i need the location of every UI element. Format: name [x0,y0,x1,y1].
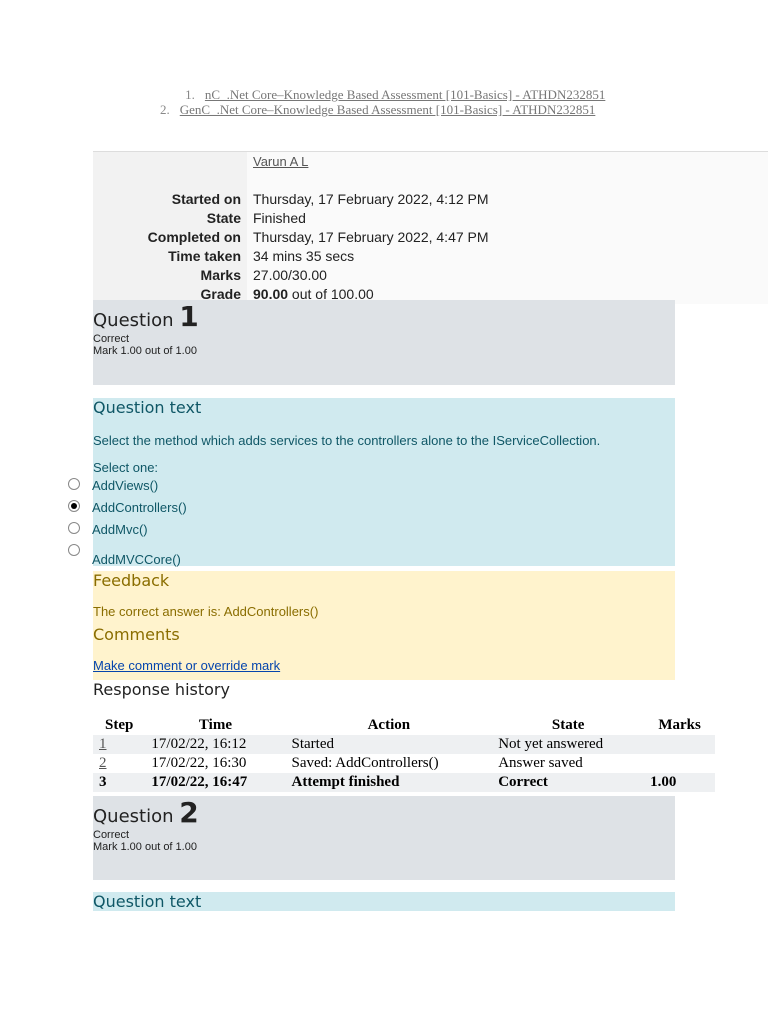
link-number: 2. [160,102,170,117]
option-addcontrollers[interactable]: AddControllers() [68,500,187,522]
question-status: Correct [93,333,130,345]
question-status: Correct [93,829,130,841]
summary-key: Completed on [93,228,247,247]
assessment-link-1[interactable]: nC_.Net Core–Knowledge Based Assessment … [205,87,605,102]
response-history-table: Step Time Action State Marks 1 17/02/22, 16:1… [93,716,715,792]
link-number: 1. [185,87,195,102]
summary-value: Thursday, 17 February 2022, 4:47 PM [247,228,768,247]
option-addmvc[interactable]: AddMvc() [68,522,187,544]
summary-key: State [93,209,247,228]
attempt-links: 1. nC_.Net Core–Knowledge Based Assessmen… [160,87,605,117]
summary-value: Finished [247,209,768,228]
summary-key: Started on [93,190,247,209]
answer-options: AddViews() AddControllers() AddMvc() Add… [68,478,187,567]
question-text-heading: Question text [93,398,202,417]
attempt-summary: Varun A L Started on Thursday, 17 Februar… [93,151,768,304]
question-mark: Mark 1.00 out of 1.00 [93,841,197,853]
response-history-title: Response history [93,680,230,699]
question-prompt: Select the method which adds services to… [93,433,601,448]
summary-key: Time taken [93,247,247,266]
summary-value: 27.00/30.00 [247,266,768,285]
question-2-info: Question 2 Correct Mark 1.00 out of 1.00 [93,796,675,880]
step-link[interactable]: 2 [99,755,107,771]
summary-value: Thursday, 17 February 2022, 4:12 PM [247,190,768,209]
make-comment-link[interactable]: Make comment or override mark [93,658,675,673]
question-text-heading: Question text [93,892,202,911]
table-row: 3 17/02/22, 16:47 Attempt finished Correct 1… [93,773,715,792]
feedback-panel: Feedback The correct answer is: AddContr… [93,571,675,680]
table-row: 2 17/02/22, 16:30 Saved: AddControllers() A… [99,755,583,771]
correct-answer: The correct answer is: AddControllers() [93,604,319,619]
question-mark: Mark 1.00 out of 1.00 [93,345,197,357]
select-one-label: Select one: [93,460,159,475]
question-1-info: Question 1 Correct Mark 1.00 out of 1.00 [93,300,675,385]
comments-heading: Comments [93,625,180,644]
user-link[interactable]: Varun A L [253,154,308,169]
assessment-link-2[interactable]: GenC_.Net Core–Knowledge Based Assessmen… [180,102,596,117]
option-addmvccore[interactable]: AddMVCCore() [68,544,187,567]
summary-key: Marks [93,266,247,285]
option-addviews[interactable]: AddViews() [68,478,187,500]
step-link[interactable]: 1 [99,736,107,752]
feedback-heading: Feedback [93,571,170,590]
summary-value: 34 mins 35 secs [247,247,768,266]
table-row: 1 17/02/22, 16:12 Started Not yet answered [93,735,715,754]
question-2-text: Question text [93,892,675,911]
